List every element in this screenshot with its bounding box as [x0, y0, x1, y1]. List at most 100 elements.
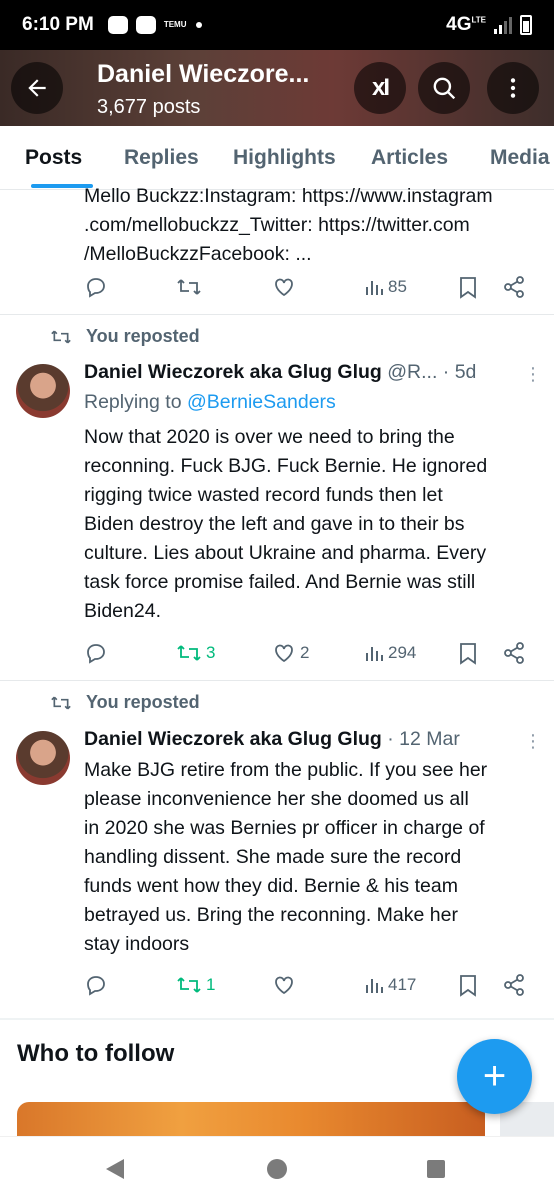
heart-icon: [275, 976, 293, 995]
plus-icon: +: [482, 1054, 507, 1098]
views-chart-icon: [366, 979, 383, 993]
views-chart-icon: [366, 647, 383, 661]
youtube-notification-icon: [135, 16, 156, 34]
reply-button[interactable]: [84, 636, 108, 670]
tab-media[interactable]: Media: [490, 146, 550, 170]
status-time: 6:10 PM: [22, 14, 94, 35]
more-notifications-dot-icon: [196, 22, 203, 28]
avatar[interactable]: [16, 731, 70, 785]
tweet-divider: [0, 680, 554, 681]
share-button[interactable]: [502, 636, 526, 670]
reply-button[interactable]: [84, 968, 108, 1002]
tab-highlights[interactable]: Highlights: [233, 146, 336, 170]
tab-replies[interactable]: Replies: [124, 146, 199, 170]
repost-icon: [177, 977, 201, 993]
xai-icon: xI: [371, 74, 390, 101]
repost-icon: [177, 645, 201, 661]
profile-header: Daniel Wieczore... 3,677 posts xI: [0, 50, 554, 126]
timestamp: · 12 Mar: [387, 728, 460, 750]
tweet-actions: 3 2 294: [0, 636, 554, 670]
tweet-divider: [0, 314, 554, 315]
author-name[interactable]: Daniel Wieczorek aka Glug Glug: [84, 728, 382, 750]
replying-handle-link[interactable]: @BernieSanders: [187, 391, 336, 413]
bookmark-icon: [460, 975, 476, 997]
tab-articles[interactable]: Articles: [371, 146, 448, 170]
reposted-indicator: You reposted: [50, 692, 200, 713]
back-arrow-icon: [28, 79, 46, 97]
avatar[interactable]: [16, 364, 70, 418]
repost-button[interactable]: [176, 270, 202, 304]
grok-xai-button[interactable]: xI: [354, 62, 406, 114]
repost-icon: [177, 279, 201, 295]
tweet-header: Daniel Wieczorek aka Glug Glug @R... · 5…: [84, 361, 476, 384]
views-button[interactable]: 417: [364, 968, 416, 1002]
views-count: 294: [388, 643, 417, 662]
tweet-text: Now that 2020 is over we need to bring t…: [84, 426, 488, 622]
share-button[interactable]: [502, 968, 526, 1002]
more-options-button[interactable]: [487, 62, 539, 114]
share-icon: [504, 276, 524, 298]
share-icon: [504, 974, 524, 996]
temu-notification-icon: TEMU: [163, 20, 187, 29]
nav-recents-icon[interactable]: [427, 1160, 445, 1178]
bookmark-button[interactable]: [457, 968, 479, 1002]
nav-back-icon[interactable]: [106, 1159, 124, 1179]
tweet-more-icon[interactable]: ⋮: [524, 364, 542, 385]
reply-button[interactable]: [84, 270, 108, 304]
repost-count: 1: [206, 975, 216, 994]
search-button[interactable]: [418, 62, 470, 114]
reply-icon: [87, 278, 105, 298]
like-count: 2: [300, 643, 310, 662]
share-icon: [504, 642, 524, 664]
views-count: 85: [388, 277, 407, 296]
heart-icon: [275, 644, 293, 663]
repost-button[interactable]: 3: [176, 636, 215, 670]
compose-post-button[interactable]: +: [457, 1039, 532, 1114]
repost-small-icon: [51, 330, 71, 343]
reply-icon: [87, 976, 105, 996]
tweet-header: Daniel Wieczorek aka Glug Glug · 12 Mar: [84, 728, 460, 751]
signal-strength-icon: [494, 16, 512, 34]
repost-button[interactable]: 1: [176, 968, 215, 1002]
tweet-text: Make BJG retire from the public. If you …: [84, 759, 488, 955]
views-count: 417: [388, 975, 417, 994]
repost-count: 3: [206, 643, 216, 662]
back-button[interactable]: [11, 62, 63, 114]
like-button[interactable]: [272, 968, 296, 1002]
search-icon: [433, 77, 456, 100]
views-button[interactable]: 294: [364, 636, 416, 670]
who-to-follow-heading: Who to follow: [17, 1040, 175, 1067]
posts-count: 3,677 posts: [97, 96, 201, 118]
section-separator: [0, 1018, 554, 1020]
handle-timestamp: @R... · 5d: [387, 361, 477, 383]
bookmark-button[interactable]: [457, 636, 479, 670]
bookmark-icon: [460, 643, 476, 665]
system-navigation-bar: [0, 1136, 554, 1200]
repost-small-icon: [51, 696, 71, 709]
tab-posts[interactable]: Posts: [25, 146, 82, 170]
bookmark-button[interactable]: [457, 270, 479, 304]
profile-name-title: Daniel Wieczore...: [97, 60, 310, 88]
reposted-indicator: You reposted: [50, 326, 200, 347]
views-button[interactable]: 85: [364, 270, 407, 304]
network-indicator: 4GLTE: [446, 14, 486, 35]
like-button[interactable]: 2: [272, 636, 309, 670]
replying-to: Replying to @BernieSanders: [84, 391, 336, 413]
vertical-dots-icon: [510, 78, 516, 98]
author-name[interactable]: Daniel Wieczorek aka Glug Glug: [84, 361, 382, 383]
nav-home-icon[interactable]: [267, 1159, 287, 1179]
views-chart-icon: [366, 281, 383, 295]
bookmark-icon: [460, 277, 476, 299]
tweet-actions: 85: [0, 270, 554, 304]
battery-icon: [520, 15, 532, 35]
share-button[interactable]: [502, 270, 526, 304]
status-bar: 6:10 PM TEMU 4GLTE: [0, 0, 554, 50]
heart-icon: [275, 278, 293, 297]
tweet-text: Mello Buckzz:Instagram: https://www.inst…: [84, 185, 493, 265]
reply-icon: [87, 644, 105, 664]
tweet-more-icon[interactable]: ⋮: [524, 731, 542, 752]
like-button[interactable]: [272, 270, 296, 304]
profile-tabs: Posts Replies Highlights Articles Media: [0, 126, 554, 190]
chat-notification-icon: [107, 16, 128, 34]
tweet-actions: 1 417: [0, 968, 554, 1002]
